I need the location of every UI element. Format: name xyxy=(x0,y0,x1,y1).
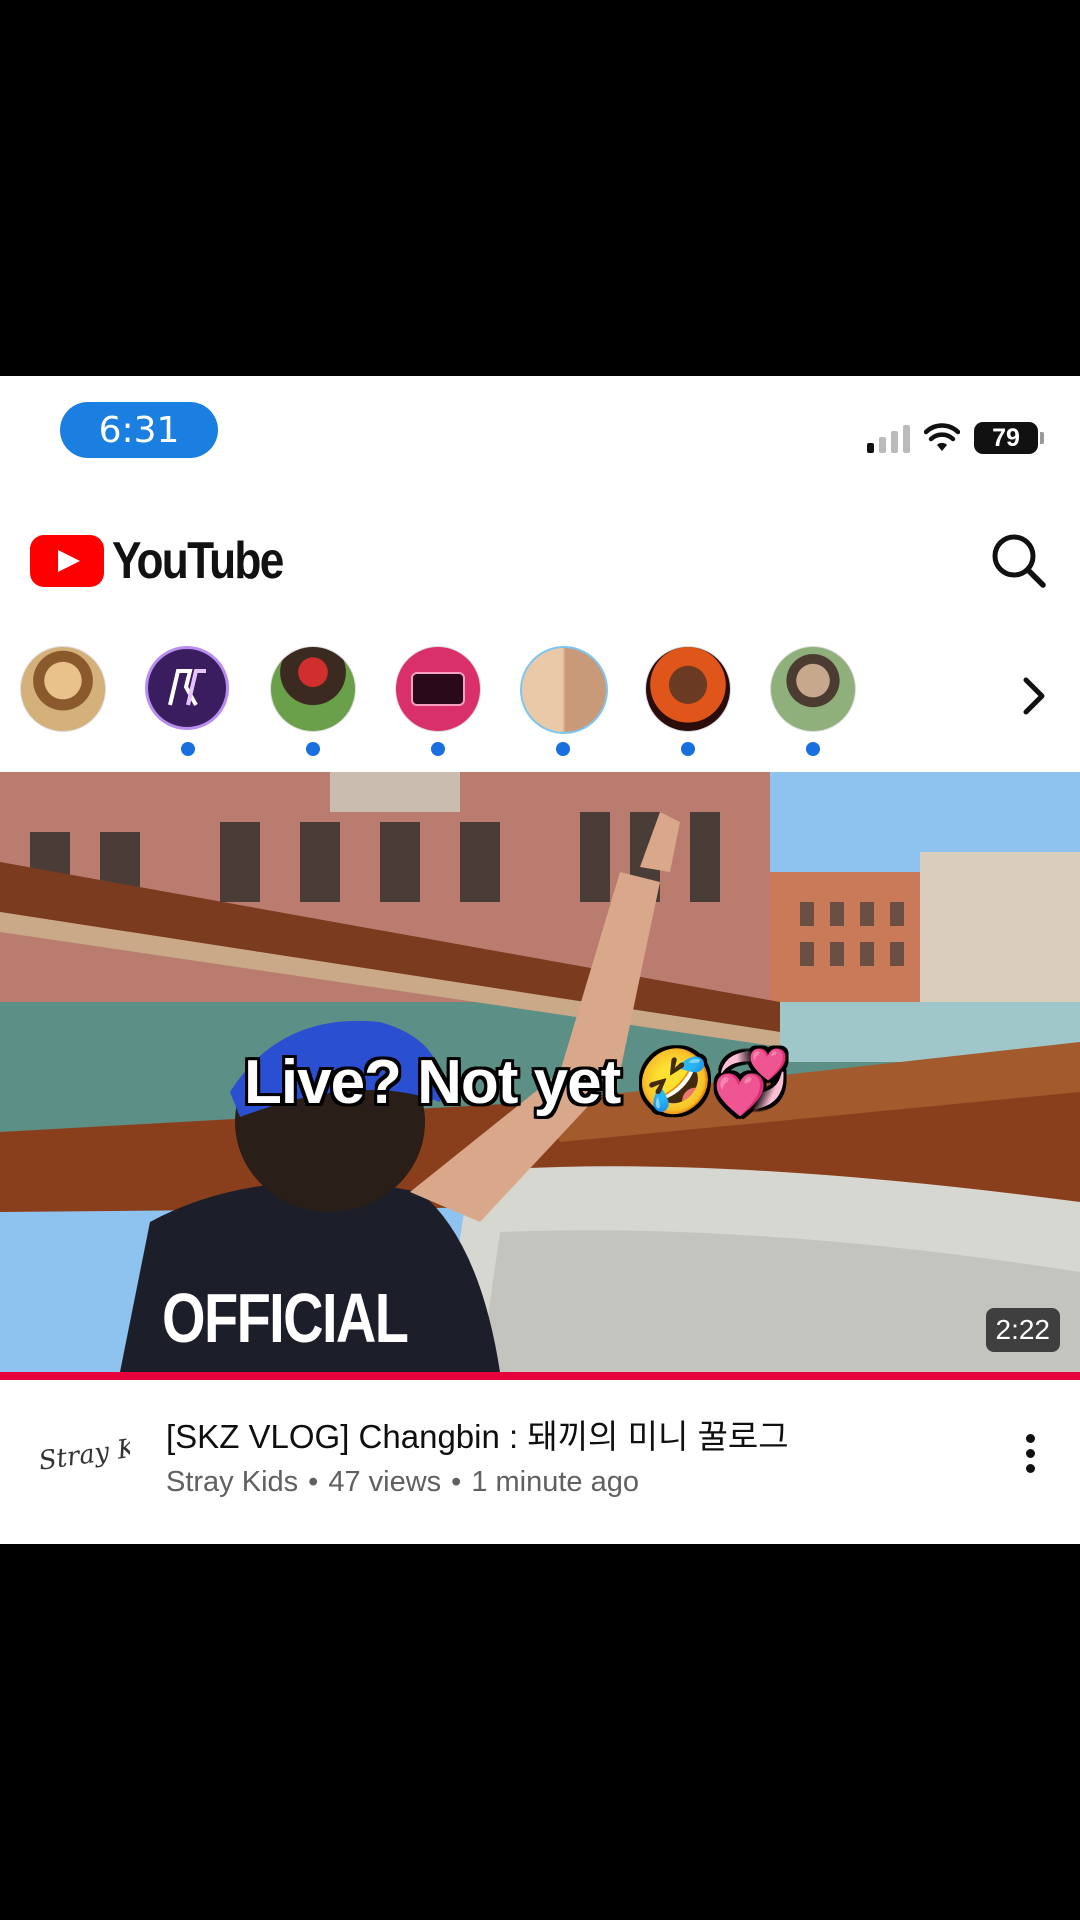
new-content-dot xyxy=(681,742,695,756)
cellular-signal-icon xyxy=(867,423,910,453)
upload-age: 1 minute ago xyxy=(471,1466,639,1498)
separator-dot: • xyxy=(451,1466,462,1498)
avatar xyxy=(645,646,731,732)
view-count: 47 views xyxy=(328,1466,442,1498)
youtube-wordmark: YouTube xyxy=(112,532,284,590)
channel-logo-icon xyxy=(168,669,206,706)
chevron-right-icon[interactable] xyxy=(1012,666,1056,726)
video-metadata: Stray Kids • 47 views • 1 minute ago xyxy=(166,1466,639,1499)
search-icon[interactable] xyxy=(990,532,1048,590)
battery-level: 79 xyxy=(992,423,1020,452)
subscription-avatar[interactable] xyxy=(395,646,481,756)
subscription-avatar[interactable] xyxy=(520,646,608,756)
video-duration: 2:22 xyxy=(985,1308,1060,1352)
subscription-avatar[interactable] xyxy=(20,646,106,756)
subscription-avatar[interactable] xyxy=(645,646,731,756)
more-options-icon[interactable] xyxy=(1020,1428,1040,1486)
youtube-play-icon xyxy=(30,535,104,587)
watched-progress-bar xyxy=(0,1372,1080,1380)
new-content-dot xyxy=(556,742,570,756)
avatar xyxy=(770,646,856,732)
avatar xyxy=(145,646,229,730)
youtube-logo[interactable]: YouTube xyxy=(30,531,313,591)
subscription-avatar[interactable] xyxy=(145,646,231,756)
channel-name[interactable]: Stray Kids xyxy=(166,1466,298,1498)
wifi-icon xyxy=(924,423,960,451)
avatar xyxy=(20,646,106,732)
avatar xyxy=(520,646,608,734)
phone-screen: 6:31 79 YouTube OFFICIAL Live? Not yet 🤣… xyxy=(0,376,1080,1544)
video-title[interactable]: [SKZ VLOG] Changbin : 돼끼의 미니 꿀로그 xyxy=(166,1410,789,1458)
avatar xyxy=(395,646,481,732)
new-content-dot xyxy=(306,742,320,756)
new-content-dot xyxy=(806,742,820,756)
new-content-dot xyxy=(431,742,445,756)
separator-dot: • xyxy=(308,1466,319,1498)
new-content-dot xyxy=(181,742,195,756)
video-caption: Live? Not yet 🤣💞 xyxy=(244,1048,790,1117)
svg-text:Stray Kids: Stray Kids xyxy=(37,1428,130,1477)
subscription-avatar[interactable] xyxy=(770,646,856,756)
avatar xyxy=(270,646,356,732)
battery-icon: 79 xyxy=(974,422,1044,454)
subscription-avatar[interactable] xyxy=(270,646,356,756)
status-time[interactable]: 6:31 xyxy=(60,402,218,458)
status-icons: 79 xyxy=(867,422,1044,454)
subscriptions-row xyxy=(18,646,1078,756)
watermark-official: OFFICIAL xyxy=(162,1279,409,1357)
channel-avatar[interactable]: Stray Kids xyxy=(30,1412,130,1492)
